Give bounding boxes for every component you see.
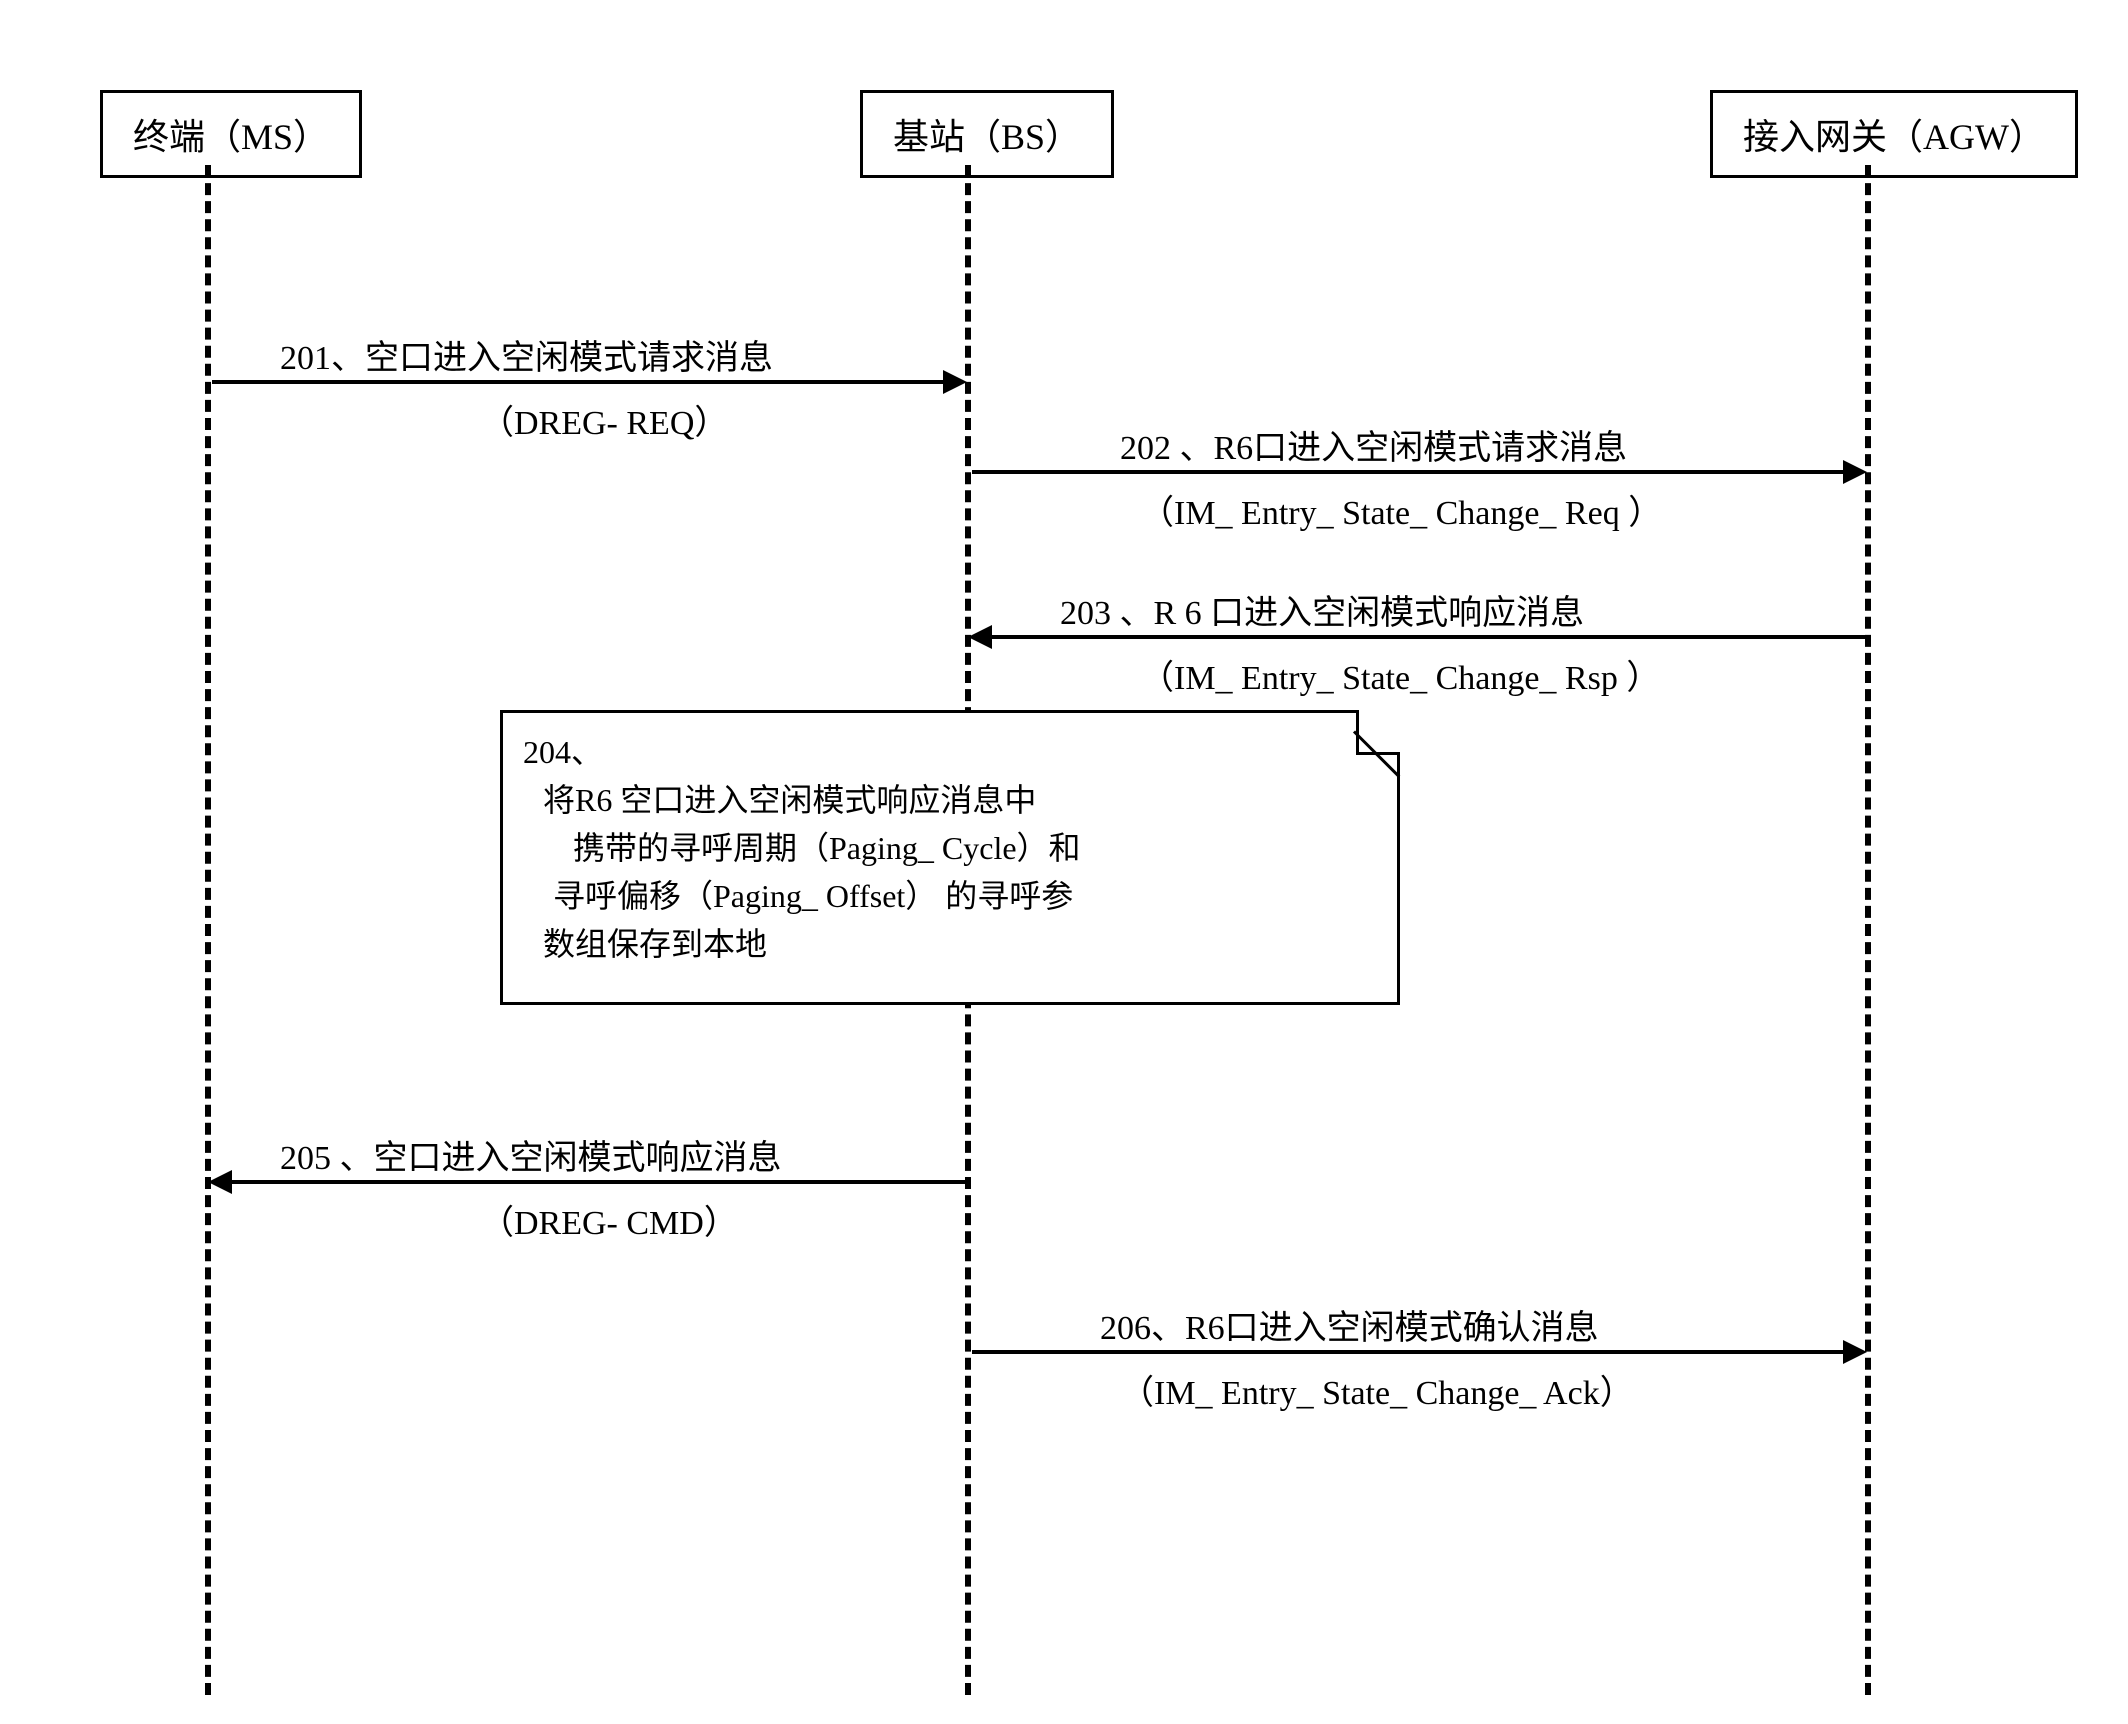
msg-206-label: 206、R6口进入空闲模式确认消息: [1100, 1300, 1599, 1349]
msg-205-label: 205 、空口进入空闲模式响应消息: [280, 1130, 782, 1179]
msg-206-sub: （IM_ Entry_ State_ Change_ Ack）: [1120, 1365, 1634, 1414]
msg-203-arrow: [988, 635, 1865, 639]
note-204-line1: 将R6 空口进入空闲模式响应消息中: [543, 776, 1377, 824]
msg-202-sub: （IM_ Entry_ State_ Change_ Req ）: [1140, 485, 1662, 534]
note-204-line2: 携带的寻呼周期（Paging_ Cycle）和: [543, 824, 1377, 872]
msg-206-arrow: [972, 1350, 1847, 1354]
actor-bs: 基站（BS）: [860, 90, 1114, 178]
msg-205-arrowhead: [208, 1170, 232, 1194]
msg-201-label: 201、空口进入空闲模式请求消息: [280, 330, 773, 379]
note-corner-v: [1356, 710, 1359, 755]
msg-201-arrowhead: [943, 370, 967, 394]
note-corner-h: [1356, 752, 1400, 755]
note-204: 204、 将R6 空口进入空闲模式响应消息中 携带的寻呼周期（Paging_ C…: [500, 710, 1400, 1005]
lifeline-ms: [205, 165, 211, 1695]
note-corner-mask: [1356, 708, 1402, 754]
actor-ms-label: 终端（MS）: [133, 117, 329, 157]
actor-bs-label: 基站（BS）: [893, 117, 1081, 157]
actor-ms: 终端（MS）: [100, 90, 362, 178]
msg-201-sub: （DREG- REQ）: [480, 395, 728, 444]
msg-202-label: 202 、R6口进入空闲模式请求消息: [1120, 420, 1627, 469]
msg-203-sub: （IM_ Entry_ State_ Change_ Rsp ）: [1140, 650, 1660, 699]
msg-202-arrow: [972, 470, 1847, 474]
actor-agw: 接入网关（AGW）: [1710, 90, 2078, 178]
msg-201-arrow: [212, 380, 947, 384]
note-204-line3: 寻呼偏移（Paging_ Offset） 的寻呼参: [543, 872, 1377, 920]
actor-agw-label: 接入网关（AGW）: [1743, 117, 2045, 157]
msg-205-arrow: [228, 1180, 968, 1184]
msg-203-label: 203 、R 6 口进入空闲模式响应消息: [1060, 585, 1584, 634]
note-204-num: 204、: [523, 728, 1377, 776]
msg-206-arrowhead: [1843, 1340, 1867, 1364]
note-204-line4: 数组保存到本地: [543, 920, 1377, 968]
lifeline-agw: [1865, 165, 1871, 1695]
sequence-diagram: 终端（MS） 基站（BS） 接入网关（AGW） 201、空口进入空闲模式请求消息…: [40, 40, 2088, 1684]
msg-203-arrowhead: [968, 625, 992, 649]
msg-205-sub: （DREG- CMD）: [480, 1195, 738, 1244]
msg-202-arrowhead: [1843, 460, 1867, 484]
